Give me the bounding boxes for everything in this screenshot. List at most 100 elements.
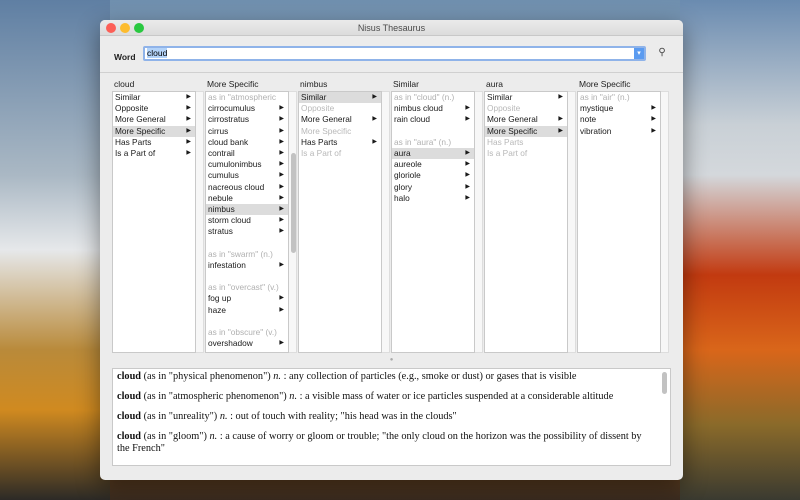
definition-entry: cloud (as in "physical phenomenon") n. :… (117, 371, 656, 383)
section-header: as in "cloud" (n.) (392, 92, 474, 103)
section-header: as in "swarm" (n.) (206, 249, 288, 260)
headword: cloud (117, 411, 142, 422)
item-label: nimbus cloud (394, 103, 443, 114)
item-label: haze (208, 304, 226, 315)
list-item: Is a Part of (299, 148, 381, 159)
list-item[interactable]: More General ▶ (485, 114, 567, 125)
list-item[interactable]: Similar ▶ (485, 92, 567, 103)
scrollbar[interactable] (662, 372, 667, 394)
disclosure-arrow-icon: ▶ (279, 306, 284, 313)
list-item[interactable]: storm cloud ▶ (206, 215, 288, 226)
definitions-pane: cloud (as in "physical phenomenon") n. :… (112, 368, 671, 466)
scroll-gutter[interactable] (475, 91, 483, 353)
list-item[interactable]: More General ▶ (299, 114, 381, 125)
item-label: storm cloud (208, 215, 251, 226)
scrollbar-thumb[interactable] (291, 153, 296, 253)
item-label: Opposite (115, 103, 149, 114)
part-of-speech: n. (219, 411, 228, 422)
list-item[interactable]: overshadow ▶ (206, 338, 288, 349)
list-item (206, 237, 288, 248)
list-item[interactable]: glory ▶ (392, 182, 474, 193)
list-item: Opposite (485, 103, 567, 114)
list-item[interactable]: nimbus cloud ▶ (392, 103, 474, 114)
close-button[interactable] (106, 23, 116, 33)
list-item[interactable]: Is a Part of ▶ (113, 148, 195, 159)
word-input[interactable]: cloud ▾ (143, 46, 646, 61)
disclosure-arrow-icon: ▶ (186, 105, 191, 112)
zoom-button[interactable] (134, 23, 144, 33)
disclosure-arrow-icon: ▶ (465, 172, 470, 179)
item-label: as in "cloud" (n.) (394, 92, 455, 102)
word-label: Word (114, 52, 136, 62)
item-label: cumulonimbus (208, 159, 262, 170)
list-item[interactable]: haze ▶ (206, 305, 288, 316)
item-label: cirrostratus (208, 114, 250, 125)
list-item[interactable]: vibration ▶ (578, 126, 660, 137)
list-item[interactable]: Has Parts ▶ (113, 137, 195, 148)
part-of-speech: n. (209, 431, 218, 442)
list-item[interactable]: More General ▶ (113, 114, 195, 125)
sense: (as in "unreality") (143, 411, 218, 422)
scroll-gutter[interactable] (196, 91, 204, 353)
list-item[interactable]: gloriole ▶ (392, 170, 474, 181)
minimize-button[interactable] (120, 23, 130, 33)
list-item[interactable]: aureole ▶ (392, 159, 474, 170)
word-value: cloud (147, 48, 168, 58)
headword: cloud (117, 431, 142, 442)
title-bar[interactable]: Nisus Thesaurus (100, 20, 683, 36)
item-label: More General (115, 114, 166, 125)
gloss: : a visible mass of water or ice particl… (299, 391, 614, 402)
sense: (as in "physical phenomenon") (143, 371, 271, 382)
disclosure-arrow-icon: ▶ (372, 94, 377, 100)
gloss: : any collection of particles (e.g., smo… (283, 371, 577, 382)
column-list: as in "air" (n.) mystique ▶ note ▶ vibration ▶ (577, 91, 661, 353)
list-item[interactable]: cumulus ▶ (206, 170, 288, 181)
list-item[interactable]: mystique ▶ (578, 103, 660, 114)
list-item[interactable]: cloud bank ▶ (206, 137, 288, 148)
column-header: More Specific (207, 79, 259, 89)
item-label: Similar (115, 92, 141, 102)
list-item[interactable]: contrail ▶ (206, 148, 288, 159)
split-handle[interactable]: ● (112, 357, 671, 365)
list-item[interactable]: rain cloud ▶ (392, 114, 474, 125)
list-item[interactable]: Similar ▶ (113, 92, 195, 103)
list-item[interactable]: cirrus ▶ (206, 126, 288, 137)
list-item[interactable]: aura ▶ (392, 147, 474, 160)
list-item[interactable]: More Specific ▶ (485, 125, 567, 137)
list-item[interactable]: halo ▶ (392, 193, 474, 204)
item-label: as in "obscure" (v.) (208, 326, 277, 337)
list-item[interactable]: nacreous cloud ▶ (206, 182, 288, 193)
list-item[interactable]: nebule ▶ (206, 193, 288, 204)
section-header: as in "obscure" (v.) (206, 327, 288, 338)
list-item[interactable]: cirrocumulus ▶ (206, 103, 288, 114)
list-item[interactable]: note ▶ (578, 114, 660, 125)
item-label: More Specific (115, 125, 166, 136)
item-label: Has Parts (487, 136, 524, 147)
list-item[interactable]: nimbus ▶ (206, 203, 288, 216)
scroll-gutter[interactable] (661, 91, 669, 353)
item-label: nacreous cloud (208, 181, 265, 192)
disclosure-arrow-icon: ▶ (279, 161, 284, 168)
chevron-down-icon[interactable]: ▾ (634, 48, 644, 59)
list-item[interactable]: More Specific ▶ (113, 125, 195, 137)
list-item[interactable]: fog up ▶ (206, 293, 288, 304)
list-item (392, 126, 474, 137)
window-title: Nisus Thesaurus (357, 23, 426, 33)
part-of-speech: n. (289, 391, 298, 402)
disclosure-arrow-icon: ▶ (279, 105, 284, 112)
disclosure-arrow-icon: ▶ (558, 94, 563, 100)
list-item[interactable]: Has Parts ▶ (299, 137, 381, 148)
scroll-gutter[interactable] (568, 91, 576, 353)
search-icon[interactable]: ⚲ (655, 47, 669, 61)
list-item[interactable]: Similar ▶ (299, 92, 381, 104)
list-item[interactable]: cirrostratus ▶ (206, 114, 288, 125)
list-item[interactable]: Opposite ▶ (113, 103, 195, 114)
list-item[interactable]: stratus ▶ (206, 226, 288, 237)
list-item[interactable]: cumulonimbus ▶ (206, 159, 288, 170)
disclosure-arrow-icon: ▶ (186, 94, 191, 100)
disclosure-arrow-icon: ▶ (465, 161, 470, 168)
disclosure-arrow-icon: ▶ (651, 116, 656, 123)
item-label: vibration (580, 125, 612, 136)
list-item[interactable]: infestation ▶ (206, 260, 288, 271)
scroll-gutter[interactable] (382, 91, 390, 353)
